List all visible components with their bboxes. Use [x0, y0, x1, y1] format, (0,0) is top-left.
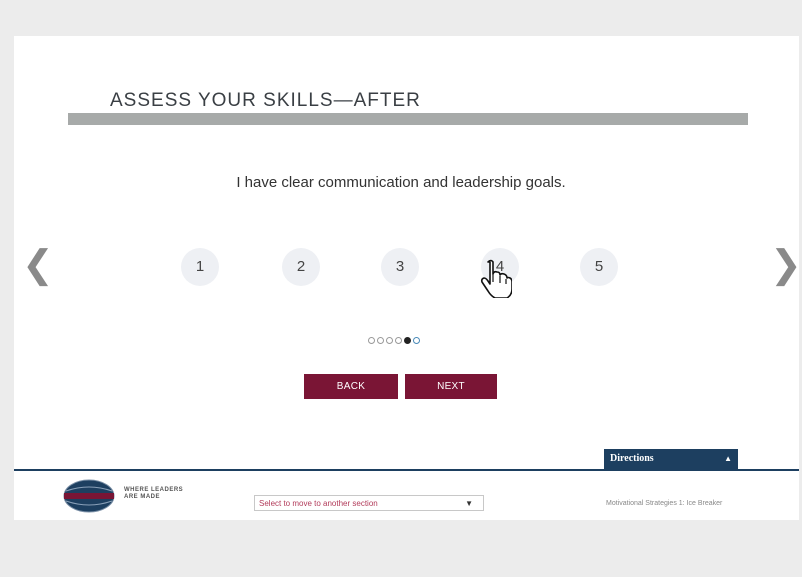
footer-divider — [14, 469, 799, 471]
progress-dot[interactable] — [368, 337, 375, 344]
directions-label: Directions — [610, 453, 654, 464]
chevron-down-icon: ▼ — [465, 499, 473, 508]
progress-dot[interactable] — [413, 337, 420, 344]
tagline-line-1: WHERE LEADERS — [124, 487, 184, 493]
section-select[interactable]: Select to move to another section ▼ — [254, 495, 484, 511]
rating-option-1[interactable]: 1 — [181, 248, 219, 286]
back-button[interactable]: BACK — [304, 374, 398, 399]
rating-option-2[interactable]: 2 — [282, 248, 320, 286]
prev-slide-arrow-icon[interactable]: ❮ — [22, 246, 54, 284]
slide-progress-dots — [368, 337, 420, 344]
next-slide-arrow-icon[interactable]: ❯ — [770, 246, 802, 284]
rating-option-3[interactable]: 3 — [381, 248, 419, 286]
progress-dot[interactable] — [377, 337, 384, 344]
progress-dot[interactable] — [404, 337, 411, 344]
course-title: Motivational Strategies 1: Ice Breaker — [606, 500, 723, 507]
caret-up-icon: ▲ — [724, 454, 732, 463]
progress-dot[interactable] — [395, 337, 402, 344]
title-underline-bar — [68, 113, 748, 125]
page-title: ASSESS YOUR SKILLS—AFTER — [110, 90, 421, 111]
toastmasters-logo-icon — [63, 479, 115, 513]
next-button[interactable]: NEXT — [405, 374, 497, 399]
tagline-line-2: ARE MADE — [124, 494, 161, 500]
section-select-value: Select to move to another section — [259, 499, 378, 508]
rating-option-5[interactable]: 5 — [580, 248, 618, 286]
progress-dot[interactable] — [386, 337, 393, 344]
tagline: WHERE LEADERS ARE MADE — [124, 487, 183, 501]
question-text: I have clear communication and leadershi… — [236, 174, 566, 191]
hand-pointer-cursor-icon — [480, 259, 512, 298]
directions-tab[interactable]: Directions ▲ — [604, 449, 738, 469]
